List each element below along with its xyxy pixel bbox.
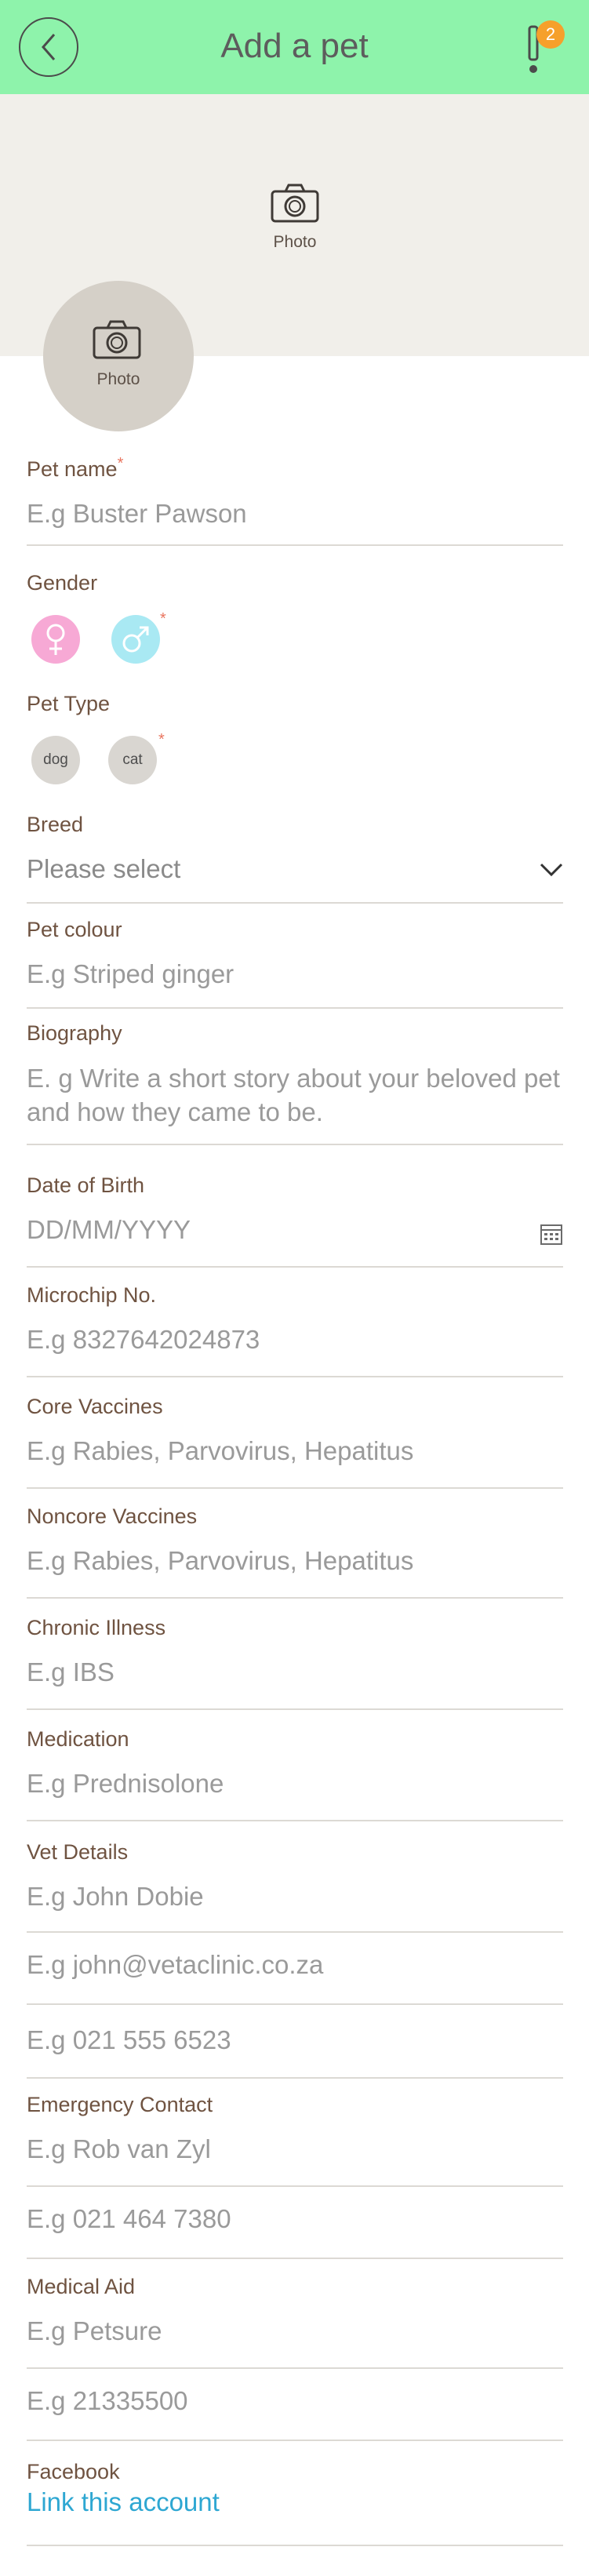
gender-female-option[interactable] — [31, 615, 80, 664]
facebook-label: Facebook — [27, 2460, 120, 2483]
medication-field[interactable]: Medication E.g Prednisolone — [27, 1727, 563, 1821]
calendar-icon[interactable] — [540, 1222, 563, 1246]
notification-badge: 2 — [536, 20, 565, 49]
emergency-contact-label: Emergency Contact — [27, 2093, 213, 2116]
pet-name-field[interactable]: Pet name* E.g Buster Pawson — [27, 455, 563, 546]
male-icon — [122, 626, 149, 653]
medical-aid-field[interactable]: Medical Aid E.g Petsure — [27, 2275, 563, 2369]
pet-colour-label: Pet colour — [27, 918, 122, 941]
vet-email-input[interactable]: E.g john@vetaclinic.co.za — [27, 1950, 563, 1980]
camera-icon — [271, 184, 319, 223]
vet-details-label: Vet Details — [27, 1840, 129, 1864]
microchip-label: Microchip No. — [27, 1283, 157, 1307]
date-of-birth-label: Date of Birth — [27, 1173, 145, 1197]
medication-label: Medication — [27, 1727, 129, 1751]
header-bar: Add a pet 2 — [0, 0, 589, 94]
breed-label: Breed — [27, 813, 84, 836]
vet-name-input[interactable]: E.g John Dobie — [27, 1882, 563, 1912]
chevron-down-icon — [540, 863, 563, 877]
notifications-button[interactable]: 2 — [521, 20, 568, 75]
pet-type-cat-option[interactable]: cat — [108, 736, 157, 784]
emergency-phone-input[interactable]: E.g 021 464 7380 — [27, 2204, 563, 2234]
pet-name-label: Pet name — [27, 457, 118, 481]
page-title: Add a pet — [220, 27, 369, 65]
chronic-illness-label: Chronic Illness — [27, 1616, 166, 1639]
gender-label: Gender — [27, 571, 98, 595]
facebook-link[interactable]: Link this account — [27, 2487, 563, 2517]
gender-male-option[interactable] — [111, 615, 160, 664]
avatar-photo-label: Photo — [96, 370, 140, 388]
camera-icon — [93, 320, 141, 359]
microchip-input[interactable]: E.g 8327642024873 — [27, 1325, 563, 1355]
pet-type-label: Pet Type — [27, 692, 111, 715]
required-mark: * — [117, 455, 124, 472]
breed-value: Please select — [27, 854, 181, 883]
vet-phone-input[interactable]: E.g 021 555 6523 — [27, 2025, 563, 2055]
emergency-name-input[interactable]: E.g Rob van Zyl — [27, 2134, 563, 2164]
pet-type-dog-option[interactable]: dog — [31, 736, 80, 784]
medical-aid-input[interactable]: E.g Petsure — [27, 2316, 563, 2346]
noncore-vaccines-field[interactable]: Noncore Vaccines E.g Rabies, Parvovirus,… — [27, 1504, 563, 1599]
date-of-birth-input[interactable]: DD/MM/YYYY — [27, 1215, 563, 1245]
vet-name-field[interactable]: Vet Details E.g John Dobie — [27, 1840, 563, 1933]
biography-label: Biography — [27, 1021, 122, 1045]
biography-field[interactable]: Biography E. g Write a short story about… — [27, 1021, 563, 1145]
core-vaccines-input[interactable]: E.g Rabies, Parvovirus, Hepatitus — [27, 1436, 563, 1466]
vet-email-field[interactable]: E.g john@vetaclinic.co.za — [27, 1933, 563, 2005]
required-mark: * — [158, 731, 165, 748]
female-icon — [46, 624, 65, 655]
pet-colour-input[interactable]: E.g Striped ginger — [27, 959, 563, 989]
facebook-field: Facebook Link this account — [27, 2460, 563, 2546]
vet-phone-field[interactable]: E.g 021 555 6523 — [27, 2007, 563, 2079]
breed-select[interactable]: Breed Please select — [27, 813, 563, 904]
emergency-name-field[interactable]: Emergency Contact E.g Rob van Zyl — [27, 2093, 563, 2187]
emergency-phone-field[interactable]: E.g 021 464 7380 — [27, 2187, 563, 2259]
required-mark: * — [160, 610, 166, 628]
noncore-vaccines-input[interactable]: E.g Rabies, Parvovirus, Hepatitus — [27, 1546, 563, 1576]
pet-colour-field[interactable]: Pet colour E.g Striped ginger — [27, 918, 563, 1009]
avatar-photo-button[interactable]: Photo — [43, 281, 194, 431]
chronic-illness-input[interactable]: E.g IBS — [27, 1657, 563, 1687]
medical-aid-number-field[interactable]: E.g 21335500 — [27, 2369, 563, 2441]
core-vaccines-label: Core Vaccines — [27, 1395, 163, 1418]
chronic-illness-field[interactable]: Chronic Illness E.g IBS — [27, 1616, 563, 1710]
cover-photo-label: Photo — [273, 233, 317, 251]
microchip-field[interactable]: Microchip No. E.g 8327642024873 — [27, 1283, 563, 1377]
date-of-birth-field[interactable]: Date of Birth DD/MM/YYYY — [27, 1173, 563, 1268]
medical-aid-number-input[interactable]: E.g 21335500 — [27, 2386, 563, 2416]
noncore-vaccines-label: Noncore Vaccines — [27, 1504, 198, 1528]
medication-input[interactable]: E.g Prednisolone — [27, 1769, 563, 1799]
core-vaccines-field[interactable]: Core Vaccines E.g Rabies, Parvovirus, He… — [27, 1395, 563, 1489]
biography-input[interactable]: E. g Write a short story about your belo… — [27, 1061, 563, 1129]
cover-photo-button[interactable]: Photo — [259, 182, 331, 252]
medical-aid-label: Medical Aid — [27, 2275, 136, 2298]
pet-name-input[interactable]: E.g Buster Pawson — [27, 499, 563, 529]
